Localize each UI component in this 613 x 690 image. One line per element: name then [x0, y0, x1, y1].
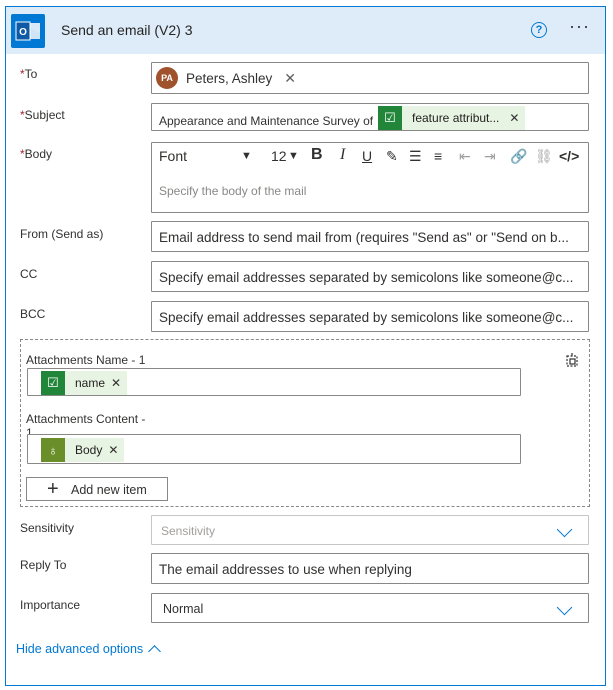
reply-to-placeholder: The email addresses to use when replying [159, 562, 412, 577]
font-select-chevron-icon[interactable]: ▼ [241, 150, 252, 162]
italic-icon[interactable]: I [340, 146, 345, 164]
sensitivity-value: Sensitivity [161, 524, 216, 538]
chevron-down-icon [556, 521, 573, 538]
remove-token-icon[interactable]: ✕ [108, 443, 118, 457]
font-select[interactable]: Font [159, 148, 187, 164]
hide-advanced-options-link[interactable]: Hide advanced options [16, 642, 143, 656]
attachments-content-input[interactable]: ♁ Body ✕ [27, 434, 521, 464]
sensitivity-label: Sensitivity [20, 521, 75, 535]
underline-icon[interactable]: U [362, 148, 372, 164]
remove-token-icon[interactable]: ✕ [509, 111, 519, 125]
action-title: Send an email (V2) 3 [61, 22, 193, 38]
body-label: *Body [20, 147, 53, 161]
from-placeholder: Email address to send mail from (require… [159, 230, 569, 245]
bullet-list-icon[interactable]: ☰ [409, 148, 422, 165]
more-options-icon[interactable]: ··· [569, 16, 590, 37]
subject-text: Appearance and Maintenance Survey of [159, 114, 374, 128]
decrease-indent-icon[interactable]: ⇤ [459, 148, 471, 165]
cc-placeholder: Specify email addresses separated by sem… [159, 270, 574, 285]
importance-value: Normal [163, 602, 204, 616]
subject-dynamic-token[interactable]: ☑ feature attribut... ✕ [378, 106, 526, 130]
from-input[interactable]: Email address to send mail from (require… [151, 221, 589, 252]
plus-icon: + [47, 478, 59, 500]
rte-toolbar: Font ▼ 12 ▼ B I U ✎ ☰ ≡ ⇤ ⇥ 🔗 ⛓ </> [152, 143, 588, 169]
checkbox-task-icon: ☑ [41, 371, 65, 395]
add-new-item-button[interactable]: + Add new item [26, 477, 168, 501]
body-token[interactable]: ♁ Body ✕ [41, 438, 125, 462]
sensitivity-dropdown[interactable]: Sensitivity [151, 515, 589, 545]
bcc-placeholder: Specify email addresses separated by sem… [159, 310, 574, 325]
recipient-name: Peters, Ashley [186, 70, 273, 86]
size-select-chevron-icon[interactable]: ▼ [288, 150, 299, 162]
body-editor[interactable]: Font ▼ 12 ▼ B I U ✎ ☰ ≡ ⇤ ⇥ 🔗 ⛓ </> Spec… [151, 142, 589, 213]
avatar: PA [156, 67, 178, 89]
to-label: *To [20, 67, 38, 81]
link-icon[interactable]: 🔗 [510, 148, 527, 165]
bold-icon[interactable]: B [311, 146, 323, 164]
cc-label: CC [20, 267, 38, 281]
increase-indent-icon[interactable]: ⇥ [484, 148, 496, 165]
recipient-persona: PA Peters, Ashley ✕ [156, 67, 296, 89]
add-new-item-label: Add new item [71, 483, 147, 497]
remove-token-icon[interactable]: ✕ [111, 376, 121, 390]
token-label: feature attribut... [412, 111, 500, 125]
token-label: Body [75, 443, 103, 457]
remove-recipient-icon[interactable]: ✕ [284, 70, 296, 87]
importance-dropdown[interactable]: Normal [151, 593, 589, 623]
attachments-name-input[interactable]: ☑ name ✕ [27, 368, 521, 396]
lightbulb-icon: ♁ [41, 438, 65, 462]
card-header[interactable]: O Send an email (V2) 3 ? ··· [6, 7, 605, 54]
size-select[interactable]: 12 [271, 148, 287, 164]
subject-field[interactable]: Appearance and Maintenance Survey of ☑ f… [151, 103, 589, 131]
subject-label: *Subject [20, 108, 65, 122]
bcc-input[interactable]: Specify email addresses separated by sem… [151, 301, 589, 332]
code-view-icon[interactable]: </> [559, 148, 579, 164]
action-card: O Send an email (V2) 3 ? ··· *To PA Pete… [5, 6, 606, 686]
pen-icon[interactable]: ✎ [386, 148, 398, 165]
help-icon[interactable]: ? [531, 22, 547, 38]
attachments-name-label: Attachments Name - 1 [26, 353, 146, 367]
name-token[interactable]: ☑ name ✕ [41, 371, 128, 395]
reply-to-label: Reply To [20, 558, 67, 572]
unlink-icon[interactable]: ⛓ [535, 148, 553, 165]
switch-input-mode-icon[interactable] [564, 352, 580, 368]
importance-label: Importance [20, 598, 81, 612]
reply-to-input[interactable]: The email addresses to use when replying [151, 553, 589, 584]
body-placeholder: Specify the body of the mail [159, 184, 307, 198]
outlook-icon: O [11, 14, 45, 48]
cc-input[interactable]: Specify email addresses separated by sem… [151, 261, 589, 292]
chevron-up-icon[interactable] [148, 645, 161, 658]
numbered-list-icon[interactable]: ≡ [434, 148, 442, 164]
checkbox-task-icon: ☑ [378, 106, 402, 130]
from-label: From (Send as) [20, 227, 104, 241]
svg-text:O: O [19, 27, 27, 38]
bcc-label: BCC [20, 307, 46, 321]
chevron-down-icon [556, 599, 573, 616]
to-field[interactable]: PA Peters, Ashley ✕ [151, 62, 589, 94]
token-label: name [75, 376, 106, 390]
